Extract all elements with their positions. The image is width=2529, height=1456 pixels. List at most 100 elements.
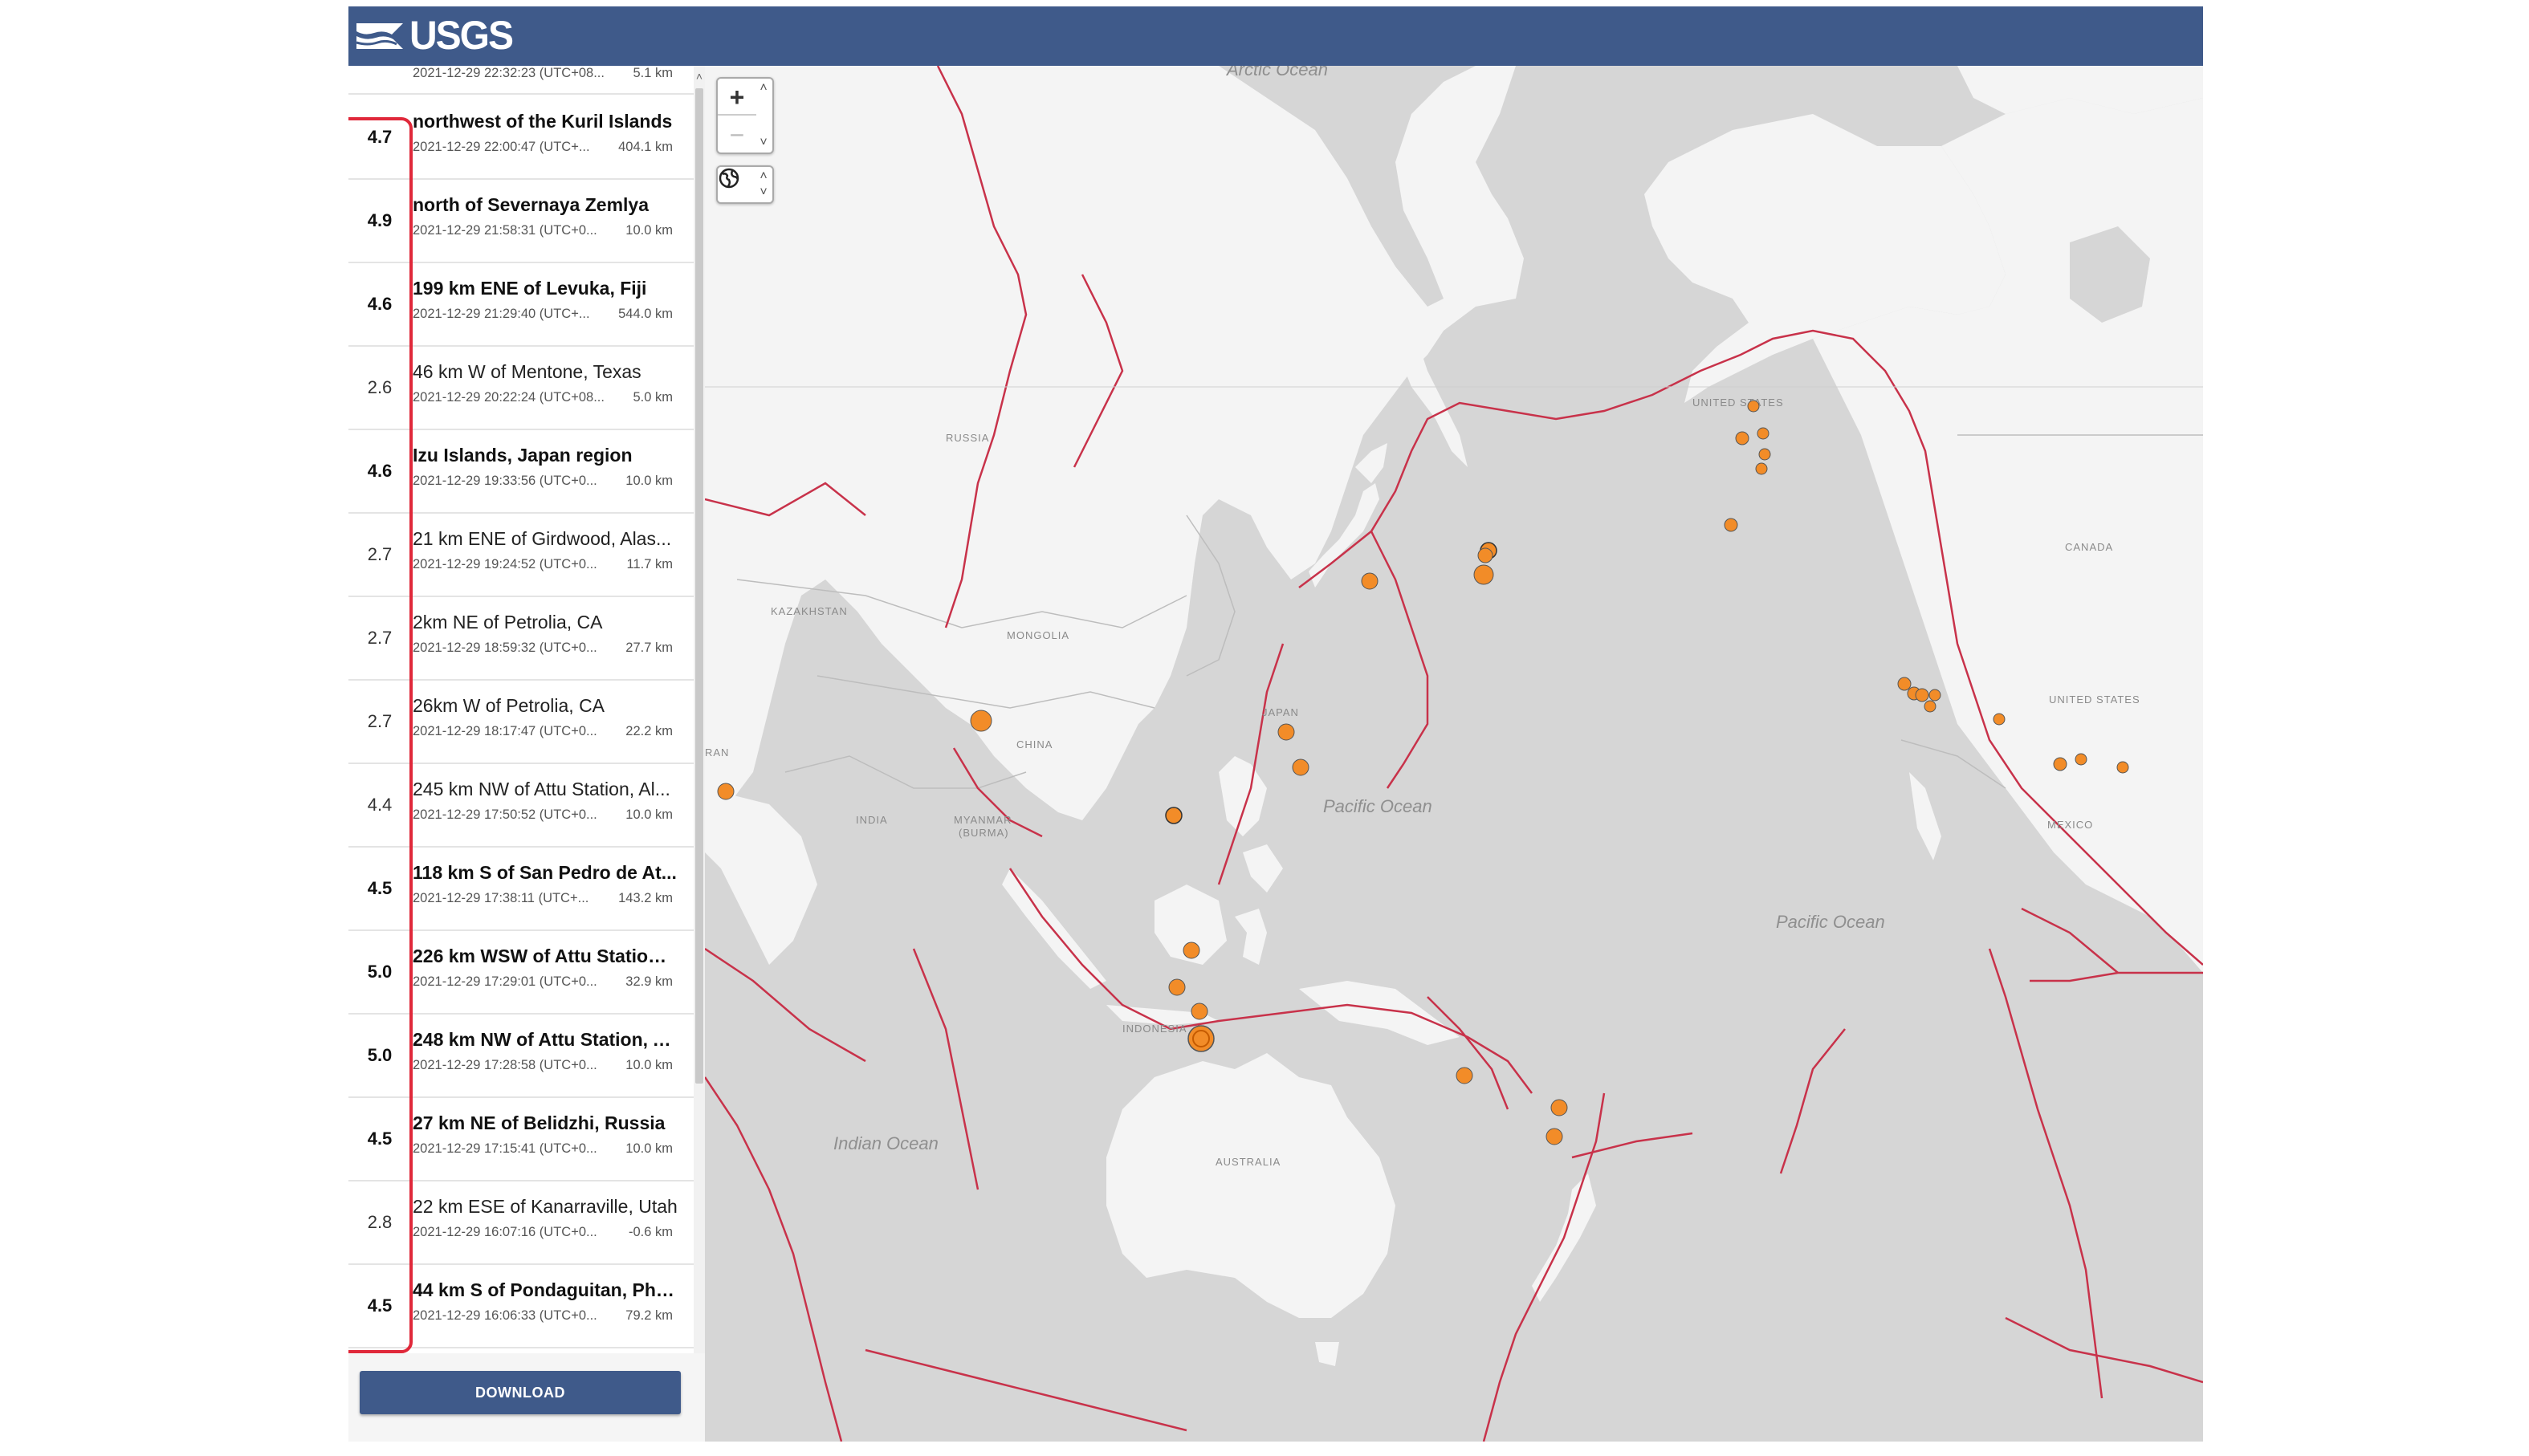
list-footer: DOWNLOAD [348,1353,705,1442]
earthquake-marker[interactable] [1915,688,1929,702]
earthquake-marker[interactable] [2075,753,2087,766]
event-place: 199 km ENE of Levuka, Fiji [413,278,647,299]
chevron-up-icon[interactable]: ˄ [755,80,772,96]
earthquake-marker[interactable] [717,783,735,800]
event-time: 2021-12-29 22:32:23 (UTC+08... [413,66,605,80]
list-item[interactable]: 4.5 44 km S of Pondaguitan, Phil... 2021-1… [348,1265,694,1348]
event-magnitude: 4.9 [367,210,393,230]
list-item[interactable]: 4.7 northwest of the Kuril Islands 2021-12… [348,96,694,180]
list-item[interactable]: 4.6 Izu Islands, Japan region 2021-12-29 1… [348,430,694,514]
earthquake-list[interactable]: 2021-12-29 22:32:23 (UTC+08... 5.1 km 4.… [348,66,694,1353]
earthquake-marker[interactable] [1757,427,1769,440]
list-item[interactable]: 2.7 21 km ENE of Girdwood, Alas... 2021-12… [348,514,694,597]
plus-icon[interactable]: + [718,79,756,116]
list-item[interactable]: 5.0 226 km WSW of Attu Station,... 2021-12… [348,931,694,1015]
earthquake-marker[interactable] [1550,1099,1568,1116]
event-time: 2021-12-29 18:17:47 (UTC+0... [413,724,597,738]
chevron-down-icon[interactable]: ˅ [755,185,772,201]
earthquake-marker[interactable] [1473,564,1494,585]
event-place: 226 km WSW of Attu Station,... [413,946,678,966]
earthquake-marker[interactable] [1735,431,1749,445]
event-depth: 544.0 km [618,307,673,321]
earthquake-marker[interactable] [1168,978,1186,996]
event-place: Izu Islands, Japan region [413,445,633,466]
event-place: northwest of the Kuril Islands [413,111,673,132]
label-burma: (BURMA) [959,827,1009,839]
map-view[interactable]: Arctic Ocean RUSSIA KAZAKHSTAN MONGOLIA … [705,66,2203,1442]
earthquake-marker[interactable] [1993,713,2006,726]
event-time: 2021-12-29 17:50:52 (UTC+0... [413,807,597,822]
usgs-logo[interactable]: USGS [355,14,514,58]
event-magnitude: 2.7 [367,711,393,731]
label-indonesia: INDONESIA [1122,1023,1187,1035]
event-time: 2021-12-29 16:06:33 (UTC+0... [413,1308,597,1323]
list-item[interactable]: 4.5 118 km S of San Pedro de At... 2021-12… [348,848,694,931]
earthquake-marker[interactable] [1183,942,1200,959]
event-magnitude: 2.7 [367,628,393,648]
basemap[interactable]: Arctic Ocean RUSSIA KAZAKHSTAN MONGOLIA … [705,66,2203,1442]
download-button[interactable]: DOWNLOAD [360,1371,681,1414]
earthquake-marker[interactable] [1755,462,1768,475]
zoom-control: + − ˄ ˅ [716,77,774,154]
event-depth: 10.0 km [625,474,673,488]
list-scrollbar[interactable]: ˄ [694,66,705,1353]
earthquake-marker[interactable] [1187,1025,1215,1052]
label-mongolia: MONGOLIA [1007,629,1069,641]
event-depth: 10.0 km [625,1141,673,1156]
event-place: 21 km ENE of Girdwood, Alas... [413,528,672,549]
list-item[interactable]: 4.6 199 km ENE of Levuka, Fiji 2021-12-29 … [348,263,694,347]
list-item[interactable]: 4.9 north of Severnaya Zemlya 2021-12-29 2… [348,180,694,263]
earthquake-marker[interactable] [1924,700,1936,713]
list-item[interactable]: 4.5 27 km NE of Belidzhi, Russia 2021-12-2… [348,1098,694,1181]
earthquake-marker[interactable] [1456,1067,1473,1084]
earthquake-marker[interactable] [1747,400,1760,413]
label-pacific-ocean-2: Pacific Ocean [1776,912,1885,932]
list-item[interactable]: 2.7 26km W of Petrolia, CA 2021-12-29 18:1… [348,681,694,764]
earthquake-marker[interactable] [1361,572,1379,590]
event-depth: 10.0 km [625,1058,673,1072]
event-place: 26km W of Petrolia, CA [413,695,605,716]
event-time: 2021-12-29 16:07:16 (UTC+0... [413,1225,597,1239]
event-depth: 5.0 km [633,390,673,405]
earthquake-marker[interactable] [1897,677,1912,691]
earthquake-marker[interactable] [1928,689,1941,702]
list-item[interactable]: 5.0 248 km NW of Attu Station, A... 2021-1… [348,1015,694,1098]
earthquake-marker[interactable] [1546,1128,1563,1145]
event-time: 2021-12-29 19:24:52 (UTC+0... [413,557,597,571]
top-header: USGS [348,6,2203,66]
event-depth: 10.0 km [625,807,673,822]
list-item[interactable]: 2.8 22 km ESE of Kanarraville, Utah 2021-1… [348,1181,694,1265]
earthquake-marker[interactable] [1277,723,1295,741]
event-time: 2021-12-29 22:00:47 (UTC+... [413,140,590,154]
earthquake-marker[interactable] [970,710,992,732]
label-japan: JAPAN [1262,706,1299,718]
scrollbar-thumb[interactable] [695,88,703,1084]
chevron-up-icon[interactable]: ˄ [694,69,705,83]
event-depth: 143.2 km [618,891,673,905]
earthquake-marker[interactable] [1292,759,1309,776]
earthquake-marker[interactable] [1724,518,1738,532]
list-item[interactable]: 4.4 245 km NW of Attu Station, Al... 2021-… [348,764,694,848]
list-item[interactable]: 2.6 46 km W of Mentone, Texas 2021-12-29 2… [348,347,694,430]
basemap-control: ˄ ˅ [716,165,774,204]
earthquake-marker[interactable] [2053,757,2067,771]
list-item-partial[interactable]: 2021-12-29 22:32:23 (UTC+08... 5.1 km [348,66,694,95]
earthquake-marker[interactable] [2116,761,2129,774]
list-item[interactable]: 2.7 2km NE of Petrolia, CA 2021-12-29 18:5… [348,597,694,681]
earthquake-list-panel: 2021-12-29 22:32:23 (UTC+08... 5.1 km 4.… [348,66,705,1442]
event-depth: -0.6 km [628,1225,673,1239]
earthquake-marker[interactable] [1477,547,1493,563]
event-depth: 5.1 km [633,66,673,80]
minus-icon[interactable]: − [718,117,756,154]
event-depth: 32.9 km [625,974,673,989]
chevron-down-icon[interactable]: ˅ [755,135,772,151]
earthquake-marker[interactable] [1191,1003,1208,1020]
label-united-states: UNITED STATES [2049,693,2140,706]
globe-icon-svg [719,168,739,189]
event-time: 2021-12-29 17:15:41 (UTC+0... [413,1141,597,1156]
globe-icon[interactable] [718,167,756,202]
earthquake-marker[interactable] [1758,448,1771,461]
event-magnitude: 5.0 [367,1045,393,1065]
earthquake-marker[interactable] [1165,807,1183,824]
chevron-up-icon[interactable]: ˄ [755,169,772,185]
